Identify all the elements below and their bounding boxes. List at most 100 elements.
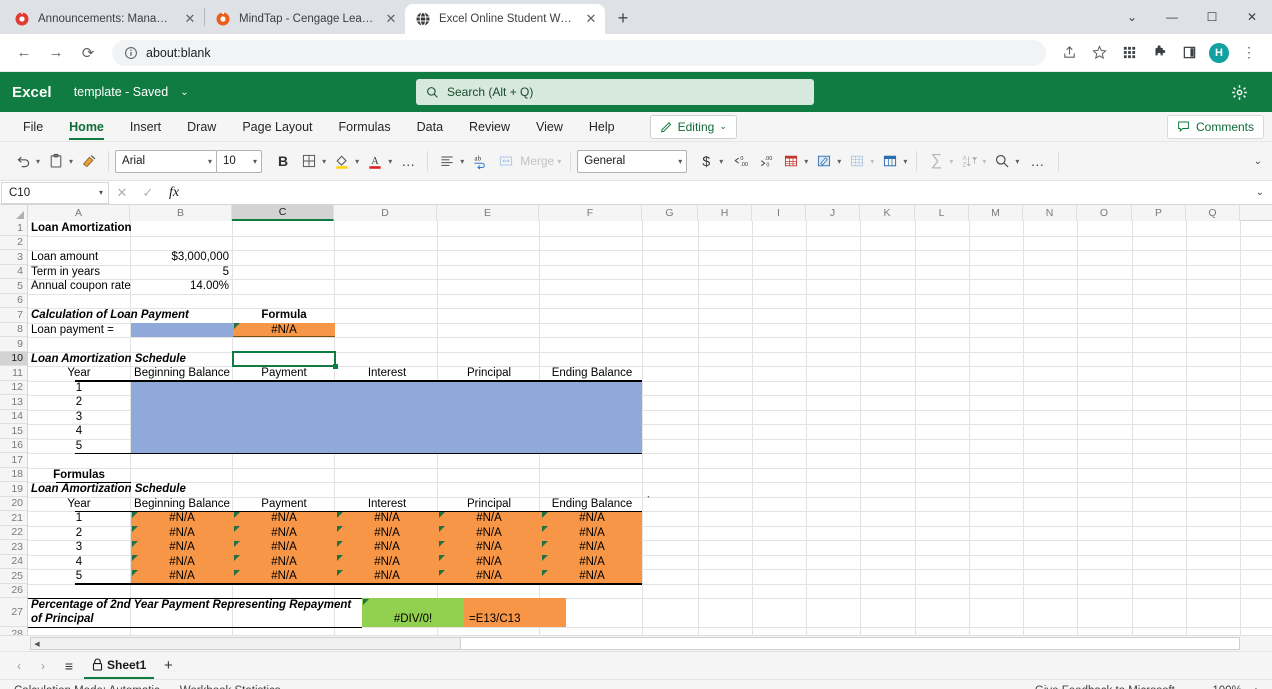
chevron-down-icon[interactable]: ▾ (949, 157, 953, 166)
feedback-label[interactable]: Give Feedback to Microsoft (1035, 685, 1175, 689)
cell-A21[interactable]: 1 (28, 511, 130, 526)
wrap-text-button[interactable]: ab (467, 147, 493, 175)
column-header-N[interactable]: N (1023, 205, 1077, 221)
cell-A23[interactable]: 3 (28, 540, 130, 555)
zoom-in-button[interactable]: + (1252, 683, 1260, 689)
row-header-23[interactable]: 23 (0, 540, 27, 555)
chevron-down-icon[interactable]: ⌄ (180, 87, 188, 98)
confirm-edit-icon[interactable]: ✓ (135, 182, 161, 204)
chevron-down-icon[interactable]: ▾ (1015, 157, 1019, 166)
column-header-M[interactable]: M (969, 205, 1023, 221)
currency-format-button[interactable]: $ ▾ (693, 147, 726, 175)
search-input[interactable]: Search (Alt + Q) (447, 85, 533, 99)
row-header-12[interactable]: 12 (0, 380, 27, 395)
chevron-down-icon[interactable]: ▾ (36, 157, 40, 166)
cell-D20[interactable]: Interest (336, 497, 438, 512)
tab-draw[interactable]: Draw (174, 113, 229, 141)
column-header-J[interactable]: J (806, 205, 860, 221)
chevron-down-icon[interactable]: ▾ (719, 157, 723, 166)
font-color-button[interactable]: A ▾ (362, 147, 395, 175)
cell-B21[interactable]: #N/A (131, 511, 233, 526)
row-header-28[interactable]: 28 (0, 627, 27, 635)
format-as-table-button[interactable]: ▾ (778, 147, 811, 175)
formula-input[interactable] (187, 182, 1272, 204)
tab-insert[interactable]: Insert (117, 113, 174, 141)
row-header-14[interactable]: 14 (0, 409, 27, 424)
scroll-left-icon[interactable]: ◀ (31, 640, 43, 648)
cell-A13[interactable]: 2 (28, 395, 130, 410)
column-header-E[interactable]: E (437, 205, 539, 221)
close-icon[interactable]: ✕ (583, 11, 599, 27)
font-name-select[interactable]: Arial ▾ (115, 149, 218, 173)
chevron-down-icon[interactable]: ▾ (388, 157, 392, 166)
avatar[interactable]: H (1206, 40, 1232, 66)
cell-A25[interactable]: 5 (28, 569, 130, 584)
find-button[interactable]: ▾ (989, 147, 1022, 175)
cell-styles-button[interactable]: ▾ (811, 147, 844, 175)
status-chevron-icon[interactable]: ⌄ (1011, 685, 1019, 689)
cell-C25[interactable]: #N/A (233, 569, 335, 584)
cancel-edit-icon[interactable]: ✕ (109, 182, 135, 204)
cell-A1[interactable]: Loan Amortization (28, 221, 228, 236)
tab-formulas[interactable]: Formulas (326, 113, 404, 141)
cell-B24[interactable]: #N/A (131, 555, 233, 570)
bold-button[interactable]: B (270, 147, 296, 175)
browser-menu-icon[interactable]: ⋮ (1236, 40, 1262, 66)
minimize-button[interactable]: — (1152, 1, 1192, 33)
column-header-Q[interactable]: Q (1186, 205, 1240, 221)
workbook-statistics-label[interactable]: Workbook Statistics (180, 685, 281, 689)
cell-C23[interactable]: #N/A (233, 540, 335, 555)
cell-A27-line1[interactable]: Percentage of 2nd Year Payment Represent… (28, 598, 362, 612)
star-icon[interactable] (1086, 40, 1112, 66)
cell-E24[interactable]: #N/A (438, 555, 540, 570)
horizontal-scroll-thumb[interactable] (31, 638, 461, 649)
cell-B25[interactable]: #N/A (131, 569, 233, 584)
cell-B22[interactable]: #N/A (131, 526, 233, 541)
insert-function-icon[interactable]: fx (161, 182, 187, 204)
cell-A14[interactable]: 3 (28, 410, 130, 425)
cell-A5[interactable]: Annual coupon rate (28, 279, 131, 294)
cell-A3[interactable]: Loan amount (28, 250, 130, 265)
row-header-4[interactable]: 4 (0, 264, 27, 279)
cell-A15[interactable]: 4 (28, 424, 130, 439)
browser-tab-2[interactable]: Excel Online Student Work ✕ (405, 4, 605, 34)
cell-F24[interactable]: #N/A (541, 555, 643, 570)
chevron-down-icon[interactable]: ▾ (355, 157, 359, 166)
cell-E21[interactable]: #N/A (438, 511, 540, 526)
cell-E23[interactable]: #N/A (438, 540, 540, 555)
chevron-down-icon[interactable]: ▾ (557, 157, 561, 166)
row-header-24[interactable]: 24 (0, 554, 27, 569)
fill-handle[interactable] (333, 364, 338, 369)
cell-F21[interactable]: #N/A (541, 511, 643, 526)
column-header-O[interactable]: O (1077, 205, 1132, 221)
chevron-down-icon[interactable]: ▾ (870, 157, 874, 166)
font-size-select[interactable]: 10 ▾ (216, 149, 263, 173)
share-icon[interactable] (1056, 40, 1082, 66)
cell-B3[interactable]: $3,000,000 (131, 250, 232, 265)
sort-filter-button[interactable]: AZ ▾ (956, 147, 989, 175)
chevron-down-icon[interactable]: ▾ (69, 157, 73, 166)
fill-color-button[interactable]: ▾ (329, 147, 362, 175)
extensions-icon[interactable] (1146, 40, 1172, 66)
tab-page-layout[interactable]: Page Layout (229, 113, 325, 141)
row-header-19[interactable]: 19 (0, 482, 27, 497)
cell-D23[interactable]: #N/A (336, 540, 438, 555)
cell-B11[interactable]: Beginning Balance (131, 366, 233, 381)
column-header-C[interactable]: C (232, 205, 334, 221)
close-window-button[interactable]: ✕ (1232, 1, 1272, 33)
search-box[interactable]: Search (Alt + Q) (416, 79, 814, 105)
cell-C11[interactable]: Payment (233, 366, 335, 381)
cell-G20[interactable]: ` (644, 493, 664, 508)
filename-label[interactable]: template - Saved (74, 85, 169, 99)
select-all-button[interactable] (0, 205, 28, 221)
cell-E20[interactable]: Principal (438, 497, 540, 512)
cell-selection-C10[interactable] (232, 351, 336, 367)
row-header-15[interactable]: 15 (0, 424, 27, 439)
cell-D25[interactable]: #N/A (336, 569, 438, 584)
cell-fill-B8[interactable] (131, 322, 233, 337)
cell-A27-line2[interactable]: of Principal (28, 612, 362, 626)
cell-A4[interactable]: Term in years (28, 265, 130, 280)
cell-A22[interactable]: 2 (28, 526, 130, 541)
calculation-mode-label[interactable]: Calculation Mode: Automatic (14, 685, 160, 689)
cell-F25[interactable]: #N/A (541, 569, 643, 584)
